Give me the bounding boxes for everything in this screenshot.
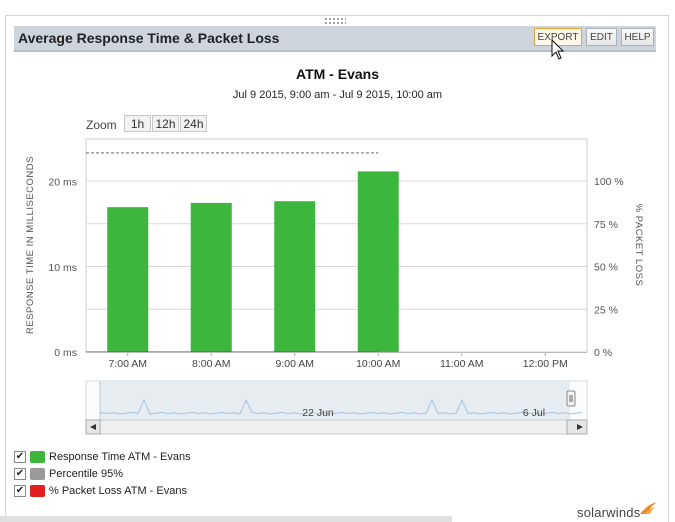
- brand-logo: solarwinds: [577, 505, 641, 520]
- legend-swatch: [30, 485, 45, 497]
- x-tick-label: 9:00 AM: [275, 358, 314, 370]
- legend-checkbox[interactable]: ✔: [14, 468, 26, 480]
- right-tick-label: 75 %: [594, 219, 618, 231]
- legend-checkbox[interactable]: ✔: [14, 451, 26, 463]
- right-tick-label: 100 %: [594, 176, 624, 188]
- legend-label: % Packet Loss ATM - Evans: [49, 485, 187, 497]
- x-tick-label: 11:00 AM: [440, 358, 484, 370]
- legend-checkbox[interactable]: ✔: [14, 485, 26, 497]
- plot-area: [85, 138, 588, 353]
- legend-label: Percentile 95%: [49, 468, 123, 480]
- left-tick-label: 10 ms: [48, 262, 77, 274]
- right-tick-label: 25 %: [594, 304, 618, 316]
- navigator-label: 6 Jul: [523, 407, 545, 419]
- range-scrollbar[interactable]: [85, 419, 588, 435]
- legend-swatch: [30, 468, 45, 480]
- left-tick-label: 20 ms: [48, 177, 77, 189]
- bar-response-time[interactable]: [274, 201, 316, 352]
- x-tick-label: 8:00 AM: [192, 358, 231, 370]
- navigator-label: 22 Jun: [302, 407, 334, 419]
- legend-swatch: [30, 451, 45, 463]
- page-scrollbar[interactable]: [0, 516, 452, 522]
- right-tick-label: 0 %: [594, 347, 612, 359]
- bar-response-time[interactable]: [107, 207, 149, 352]
- bar-response-time[interactable]: [357, 171, 399, 352]
- left-tick-label: 0 ms: [54, 347, 77, 359]
- x-tick-label: 7:00 AM: [108, 358, 147, 370]
- x-tick-label: 12:00 PM: [523, 358, 568, 370]
- right-tick-label: 50 %: [594, 262, 618, 274]
- hand-cursor-icon: [551, 38, 565, 60]
- bar-response-time[interactable]: [190, 202, 232, 352]
- chart-canvas: 0 % 25 % 50 % 75 % 100 % 0 ms 10 ms 20 ms 7:00 A…: [25, 38, 644, 435]
- brand-logo-icon: [640, 502, 657, 514]
- y-axis-title: RESPONSE TIME IN MILLISECONDS: [25, 156, 36, 334]
- navigator-mask: [100, 381, 570, 421]
- navigator-handle[interactable]: [566, 390, 576, 407]
- y-axis-right-title: % PACKET LOSS: [633, 204, 644, 287]
- x-tick-label: 10:00 AM: [356, 358, 400, 370]
- legend-label: Response Time ATM - Evans: [49, 451, 191, 463]
